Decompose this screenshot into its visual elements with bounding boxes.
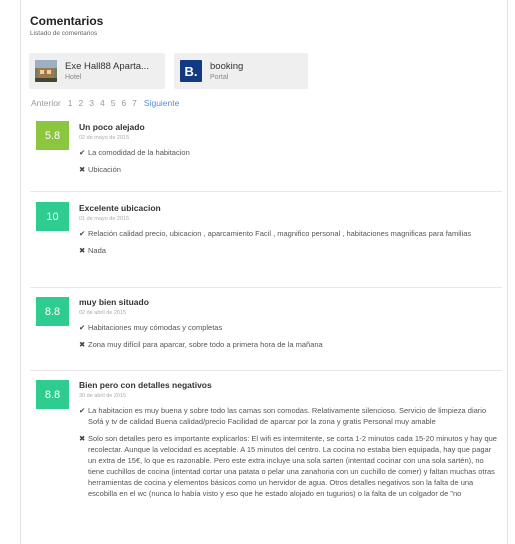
pagination-page[interactable]: 6 [121,98,126,108]
pagination-page[interactable]: 1 [68,98,73,108]
review-date: 01 de mayo de 2015 [79,216,130,222]
cross-icon: ✖ [79,246,86,255]
page: Comentarios Listado de comentarios Exe H… [0,0,515,544]
review-date: 02 de mayo de 2015 [79,135,130,141]
review-item: 5.8 Un poco alejado 02 de mayo de 2015 ✔… [30,114,502,192]
review-item: 8.8 muy bien situado 02 de abril de 2015… [30,289,502,371]
review-negative: Zona muy difícil para aparcar, sobre tod… [88,340,323,349]
review-negative: Nada [88,246,106,255]
review-date: 02 de abril de 2015 [79,310,127,316]
source-type: Portal [210,74,229,81]
cross-icon: ✖ [79,340,86,349]
score-badge: 5.8 [36,121,69,150]
source-name: Exe Hall88 Aparta... [65,61,149,72]
source-card-booking[interactable]: B. booking Portal [174,53,308,89]
review-title: Bien pero con detalles negativos [79,380,212,390]
score-badge: 8.8 [36,297,69,326]
page-title: Comentarios [30,14,104,28]
review-item: 10 Excelente ubicacion 01 de mayo de 201… [30,193,502,288]
check-icon: ✔ [79,323,86,332]
source-type: Hotel [65,74,82,81]
review-positive: Relación calidad precio, ubicacion , apa… [88,229,472,238]
pagination-page[interactable]: 4 [100,98,105,108]
check-icon: ✔ [79,229,86,238]
page-subtitle: Listado de comentarios [30,30,98,37]
review-date: 30 de abril de 2015 [79,393,127,399]
hotel-thumbnail [35,60,57,82]
review-title: Un poco alejado [79,122,145,132]
pagination-next[interactable]: Siguiente [144,98,179,108]
source-name: booking [210,61,244,72]
review-item: 8.8 Bien pero con detalles negativos 30 … [30,372,502,544]
pagination-page[interactable]: 2 [79,98,84,108]
review-negative: Solo son detalles pero es importante exp… [88,434,497,498]
cross-icon: ✖ [79,434,86,443]
source-card-hotel[interactable]: Exe Hall88 Aparta... Hotel [29,53,165,89]
pagination-page[interactable]: 7 [132,98,137,108]
booking-logo-icon: B. [180,60,202,82]
hotel-photo-icon [35,60,57,82]
review-title: Excelente ubicacion [79,203,161,213]
pagination-prev[interactable]: Anterior [31,98,61,108]
check-icon: ✔ [79,406,86,415]
review-title: muy bien situado [79,297,149,307]
score-badge: 10 [36,202,69,231]
score-badge: 8.8 [36,380,69,409]
pagination: Anterior 1 2 3 4 5 6 7 Siguiente [31,98,179,108]
header: Comentarios Listado de comentarios [30,14,103,37]
review-positive: La habitacion es muy buena y sobre todo … [88,406,487,426]
pagination-page[interactable]: 5 [111,98,116,108]
review-negative: Ubicación [88,165,121,174]
review-positive: Habitaciones muy cómodas y completas [88,323,223,332]
check-icon: ✔ [79,148,86,157]
review-positive: La comodidad de la habitacion [88,148,190,157]
pagination-page[interactable]: 3 [89,98,94,108]
cross-icon: ✖ [79,165,86,174]
